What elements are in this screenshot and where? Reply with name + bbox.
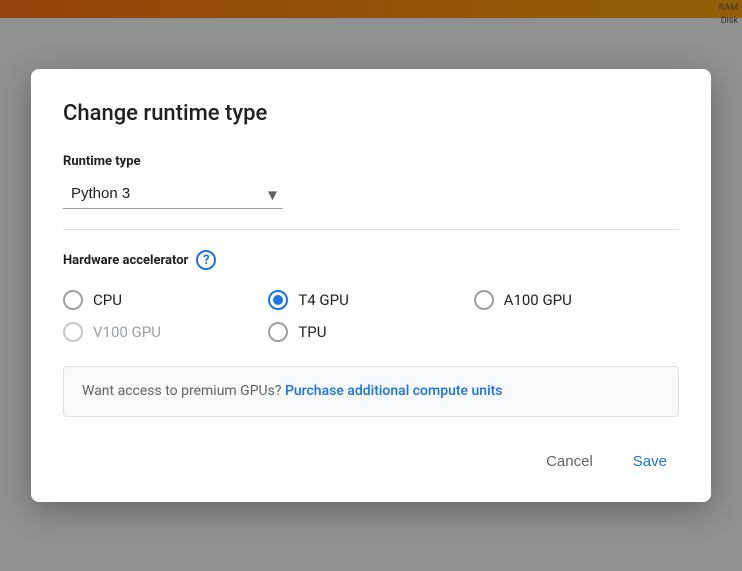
runtime-type-label: Runtime type [63,154,679,169]
info-box-text: Want access to premium GPUs? [82,383,281,399]
cancel-button[interactable]: Cancel [534,445,605,478]
purchase-link[interactable]: Purchase additional compute units [285,383,503,399]
radio-option-t4gpu[interactable]: T4 GPU [268,290,473,310]
radio-circle-a100gpu [474,290,494,310]
modal-overlay: Change runtime type Runtime type Python … [0,0,742,571]
save-button[interactable]: Save [621,445,679,478]
dialog-title: Change runtime type [63,101,679,126]
radio-label-t4gpu: T4 GPU [298,291,349,309]
radio-option-v100gpu: V100 GPU [63,322,268,342]
radio-label-tpu: TPU [298,323,326,341]
dialog-actions: Cancel Save [63,445,679,478]
section-divider [63,229,679,230]
radio-circle-tpu [268,322,288,342]
premium-gpu-info-box: Want access to premium GPUs? Purchase ad… [63,366,679,417]
radio-circle-cpu [63,290,83,310]
hardware-label-row: Hardware accelerator ? [63,250,679,270]
radio-label-a100gpu: A100 GPU [504,291,572,309]
radio-circle-v100gpu [63,322,83,342]
radio-option-tpu[interactable]: TPU [268,322,473,342]
change-runtime-dialog: Change runtime type Runtime type Python … [31,69,711,502]
radio-label-v100gpu: V100 GPU [93,323,161,341]
hardware-accelerator-label: Hardware accelerator [63,253,188,268]
runtime-type-select-wrapper[interactable]: Python 3 Python 2 R Julia ▾ [63,181,283,209]
radio-option-a100gpu[interactable]: A100 GPU [474,290,679,310]
radio-option-cpu[interactable]: CPU [63,290,268,310]
runtime-type-select[interactable]: Python 3 Python 2 R Julia [63,181,283,209]
hardware-options-grid: CPU T4 GPU A100 GPU V100 GPU TPU [63,290,679,342]
help-icon[interactable]: ? [196,250,216,270]
radio-circle-t4gpu [268,290,288,310]
radio-label-cpu: CPU [93,291,122,309]
